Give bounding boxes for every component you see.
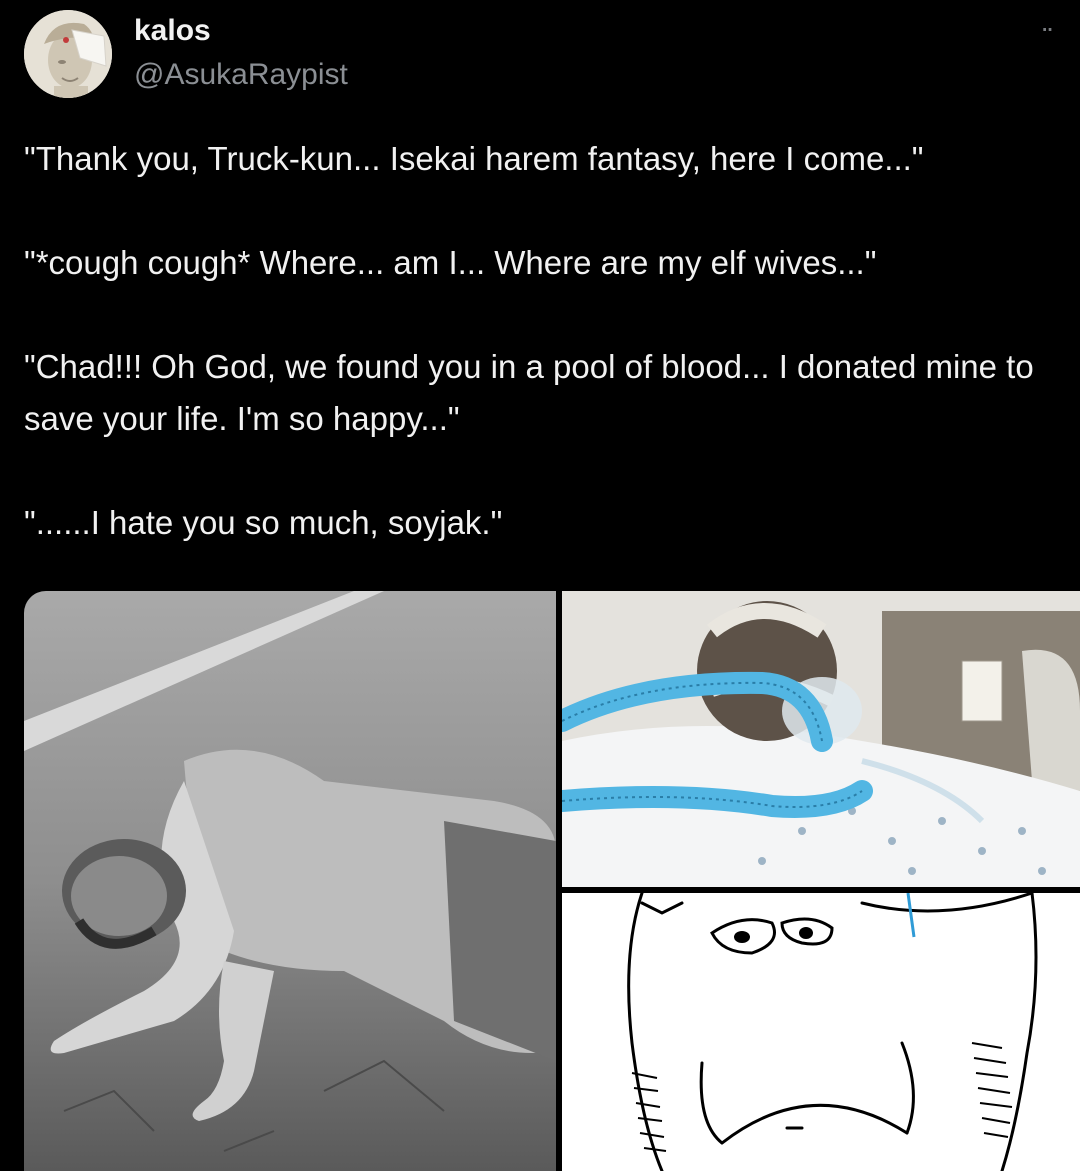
avatar[interactable] [24,10,112,98]
media-image-soyjak[interactable] [562,893,1080,1171]
media-image-road[interactable] [24,591,556,1171]
avatar-image [24,10,112,98]
tweet-paragraph: "......I hate you so much, soyjak." [24,504,503,541]
media-grid[interactable] [24,591,1080,1171]
user-handle[interactable]: @AsukaRaypist [134,58,348,92]
hospital-photo [562,591,1080,887]
media-image-hospital[interactable] [562,591,1080,887]
soyjak-drawing [562,893,1080,1171]
tweet-paragraph: "*cough cough* Where... am I... Where ar… [24,244,877,281]
tweet-paragraph: "Chad!!! Oh God, we found you in a pool … [24,348,1034,437]
tweet-paragraph: "Thank you, Truck-kun... Isekai harem fa… [24,140,924,177]
tweet-text: "Thank you, Truck-kun... Isekai harem fa… [24,133,1054,549]
road-photo [24,591,556,1171]
display-name[interactable]: kalos [134,14,211,48]
more-dots-icon[interactable]: ·· [1040,14,1070,42]
